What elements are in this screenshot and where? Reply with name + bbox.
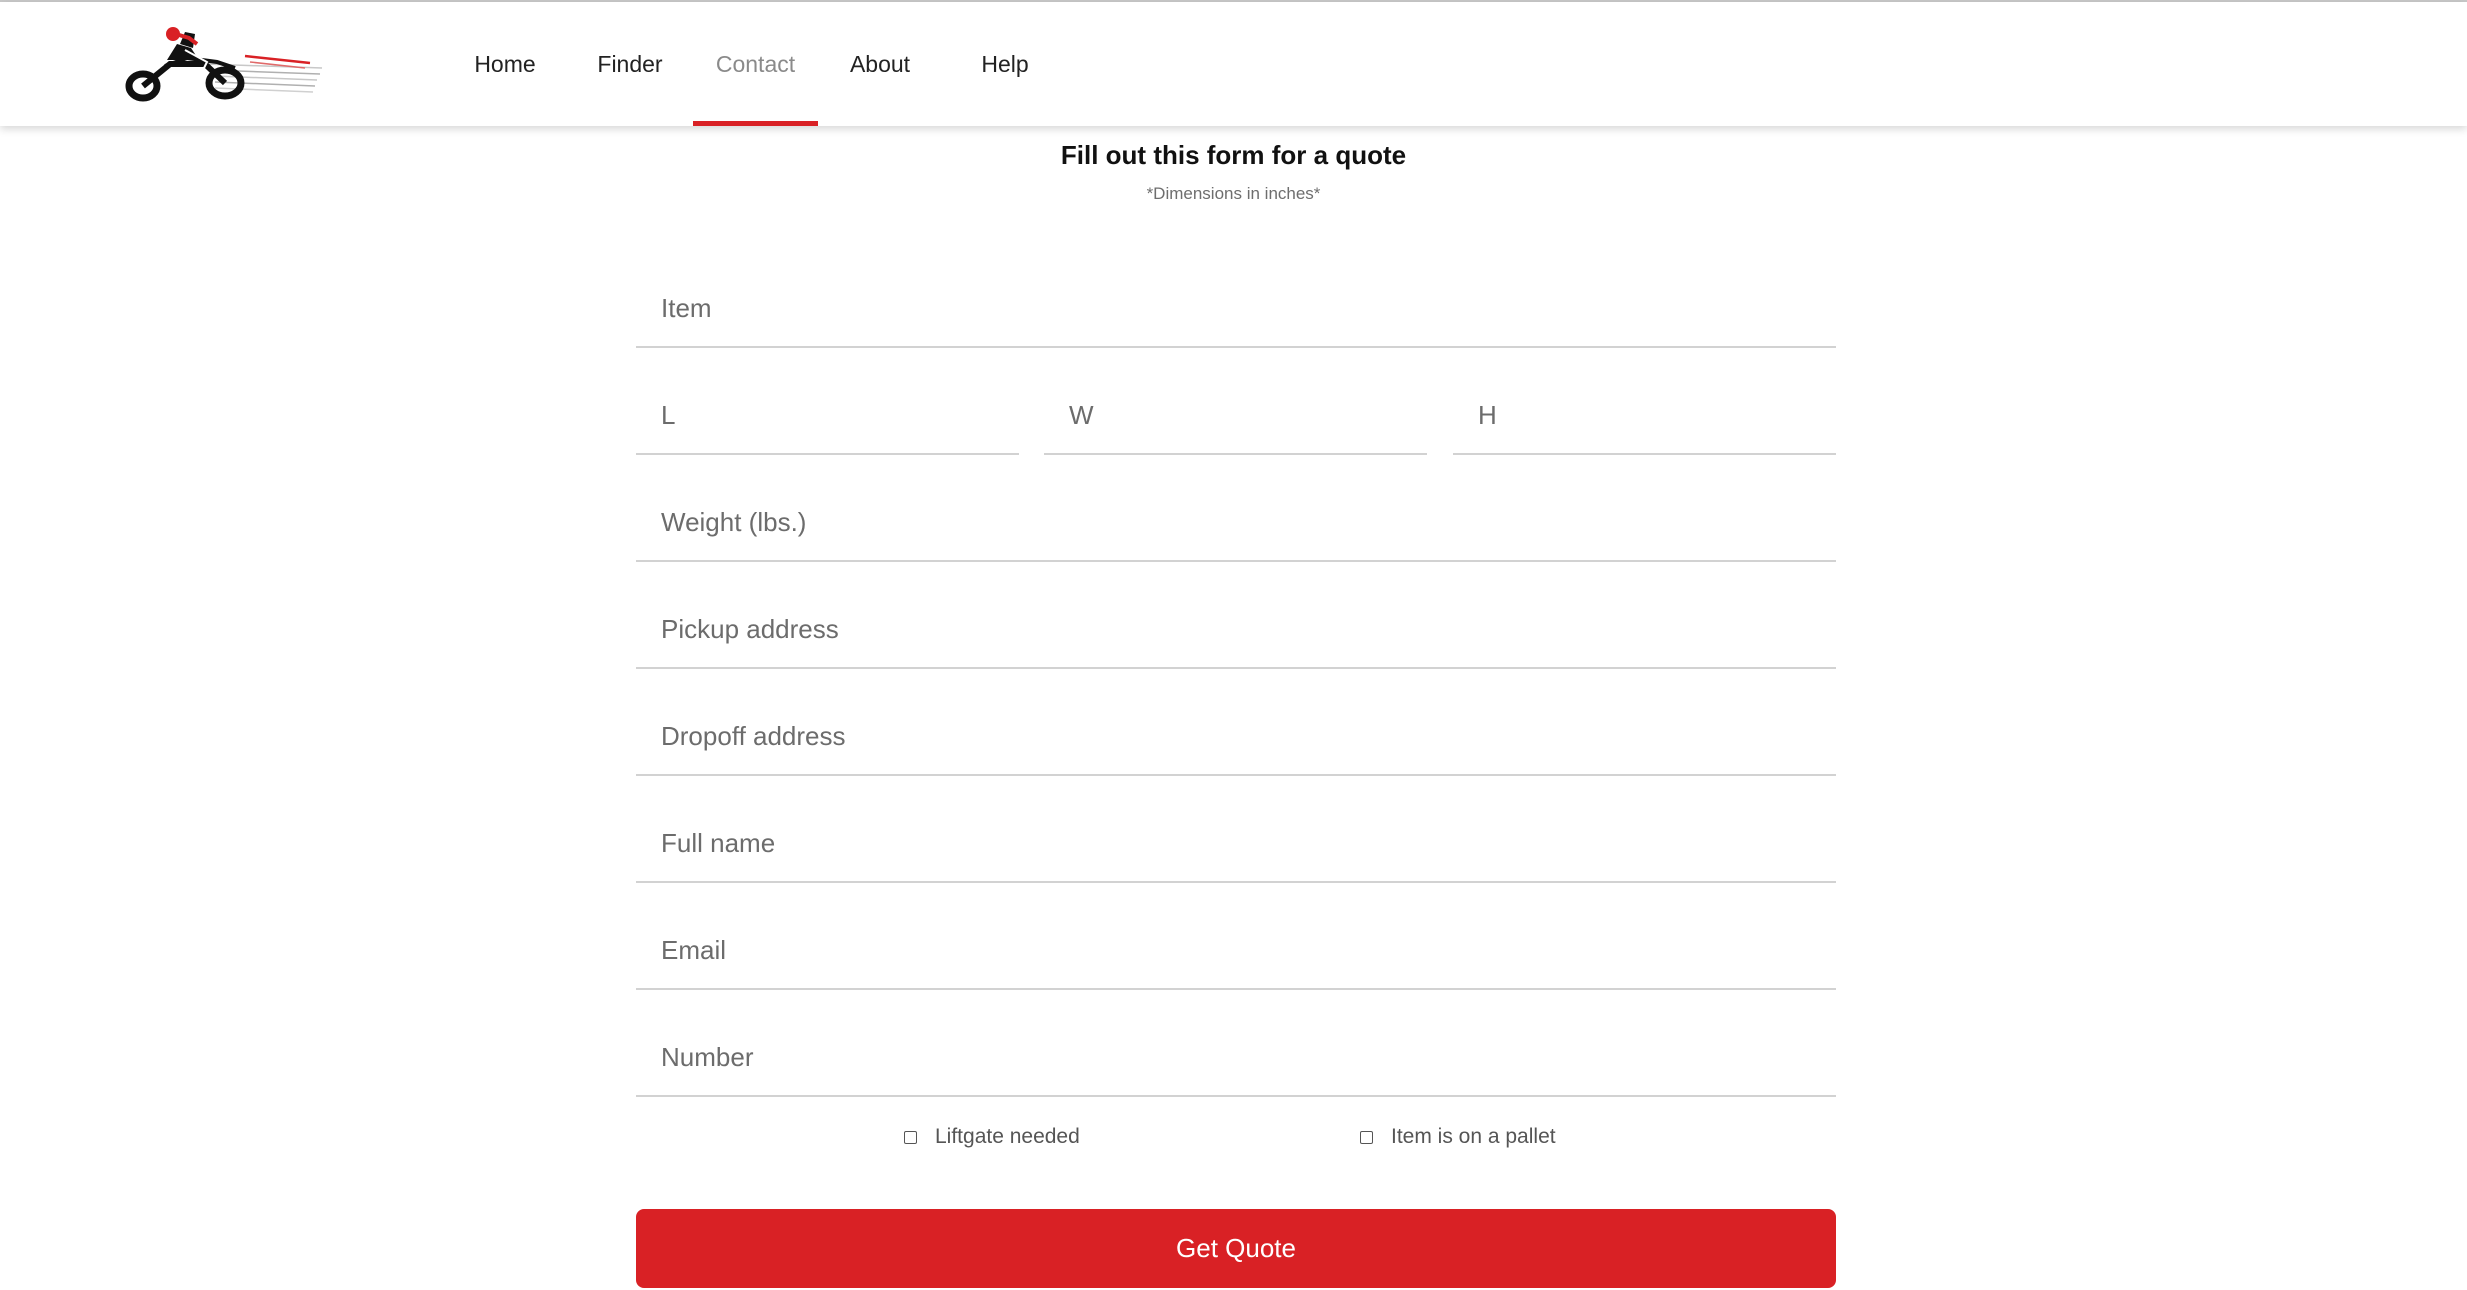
length-input[interactable] [636,377,1019,453]
nav-about-label: About [849,50,911,77]
phone-number-input[interactable] [636,1019,1836,1095]
liftgate-label: Liftgate needed [935,1125,1080,1148]
dropoff-address-input[interactable] [636,698,1836,774]
liftgate-checkbox[interactable] [904,1130,917,1144]
length-field-wrapper [636,377,1019,455]
number-field-wrapper [636,1019,1836,1097]
pickup-address-input[interactable] [636,591,1836,667]
pallet-label: Item is on a pallet [1391,1125,1556,1148]
item-field-wrapper [636,270,1836,348]
email-field-wrapper [636,912,1836,990]
pallet-checkbox[interactable] [1360,1130,1373,1144]
get-quote-label: Get Quote [1176,1233,1296,1263]
nav-finder[interactable]: Finder [590,2,670,126]
active-tab-indicator [693,121,818,126]
height-input[interactable] [1453,377,1836,453]
dropoff-field-wrapper [636,698,1836,776]
nav-about[interactable]: About [840,2,920,126]
nav-contact-label: Contact [715,50,796,77]
form-title: Fill out this form for a quote [1060,140,1407,170]
nav-contact[interactable]: Contact [693,2,818,126]
height-field-wrapper [1453,377,1836,455]
width-input[interactable] [1044,377,1427,453]
weight-input[interactable] [636,484,1836,560]
motorcycle-logo-icon[interactable] [125,26,325,106]
nav-help-label: Help [981,50,1029,77]
nav-home-label: Home [474,50,536,77]
fullname-field-wrapper [636,805,1836,883]
liftgate-checkbox-row[interactable]: Liftgate needed [904,1122,1080,1152]
email-input[interactable] [636,912,1836,988]
get-quote-button[interactable]: Get Quote [636,1209,1836,1288]
width-field-wrapper [1044,377,1427,455]
top-navbar: Home Finder Contact About Help [0,2,2467,126]
pallet-checkbox-row[interactable]: Item is on a pallet [1360,1122,1556,1152]
nav-help[interactable]: Help [965,2,1045,126]
form-subtitle: *Dimensions in inches* [1146,184,1321,203]
nav-finder-label: Finder [597,50,663,77]
item-input[interactable] [636,270,1836,346]
nav-home[interactable]: Home [465,2,545,126]
full-name-input[interactable] [636,805,1836,881]
pickup-field-wrapper [636,591,1836,669]
weight-field-wrapper [636,484,1836,562]
